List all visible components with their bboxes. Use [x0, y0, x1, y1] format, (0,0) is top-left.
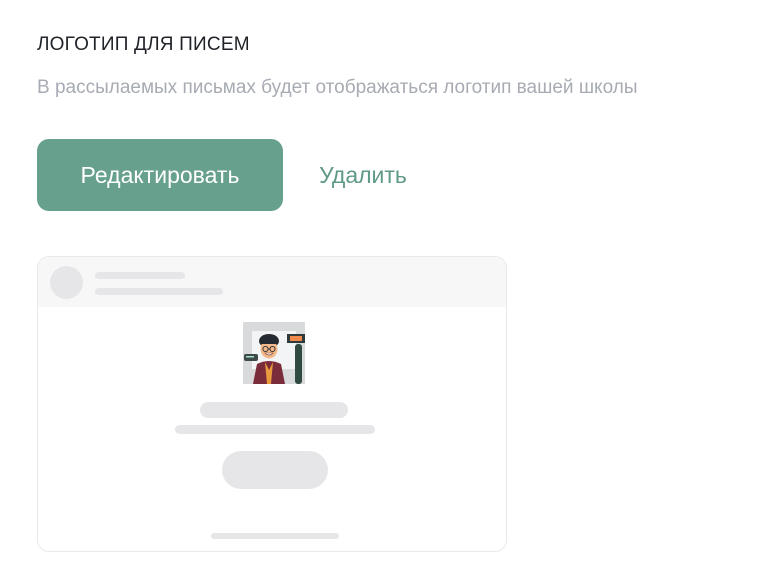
preview-text-placeholder — [175, 425, 375, 434]
section-description: В рассылаемых письмах будет отображаться… — [37, 77, 638, 98]
preview-button-placeholder — [222, 451, 328, 489]
edit-logo-button[interactable]: Редактировать — [37, 139, 283, 211]
delete-logo-button[interactable]: Удалить — [298, 139, 428, 211]
preview-footer-placeholder — [211, 533, 339, 539]
section-title: ЛОГОТИП ДЛЯ ПИСЕМ — [37, 34, 250, 55]
preview-heading-placeholder — [200, 402, 348, 418]
email-preview-card — [37, 256, 507, 552]
school-logo-image — [243, 322, 305, 384]
preview-sender-email-placeholder — [95, 288, 223, 295]
preview-header — [38, 257, 506, 307]
preview-sender-avatar-placeholder — [50, 266, 83, 299]
preview-sender-name-placeholder — [95, 272, 185, 279]
